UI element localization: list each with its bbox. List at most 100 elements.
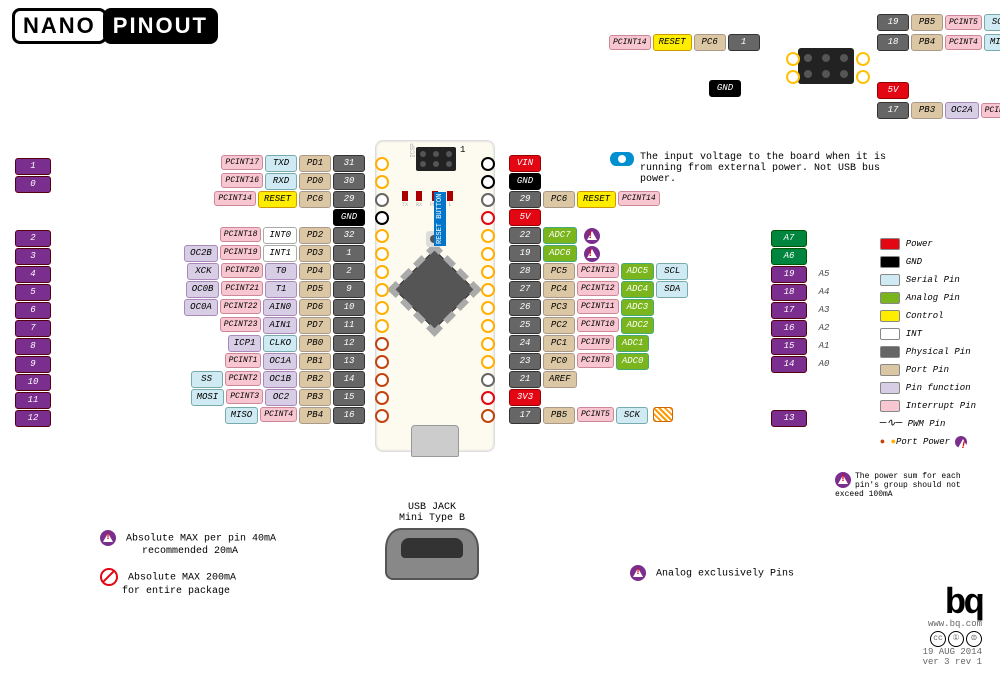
pin-label: PC3 xyxy=(543,299,575,316)
warning-pin-max: Absolute MAX per pin 40mA recommended 20… xyxy=(100,530,276,557)
pin-label: ADC2 xyxy=(621,317,655,334)
stripe-icon xyxy=(653,407,673,422)
pin-label: 1 xyxy=(333,245,365,262)
pin-label: PCINT4 xyxy=(945,35,982,50)
pin-label: RESET xyxy=(577,191,616,208)
pin-label: ADC3 xyxy=(621,299,655,316)
pin-label: PCINT21 xyxy=(221,281,263,296)
pin-hole xyxy=(375,211,389,225)
pin-label: T0 xyxy=(265,263,297,280)
arduino-pin-number: A6 xyxy=(770,245,808,262)
pin-label: PC6 xyxy=(694,34,726,51)
vin-note: The input voltage to the board when it i… xyxy=(610,152,910,185)
pin-label: PB4 xyxy=(299,407,331,424)
pin-label: PCINT5 xyxy=(945,15,982,30)
pin-hole xyxy=(481,229,495,243)
legend-item: Analog Pin xyxy=(880,289,976,307)
pin-label: PC0 xyxy=(543,353,575,370)
pin-label: PD0 xyxy=(299,173,331,190)
digital-pin-number: 9 xyxy=(14,353,52,370)
pin-label: PC4 xyxy=(543,281,575,298)
pin-row-left: 31PD1TXDPCINT17 xyxy=(56,155,366,172)
pin-label: MISO xyxy=(225,407,259,424)
pin-row-right: 19ADC6 xyxy=(508,245,604,262)
arduino-pin-number: A7 xyxy=(770,227,808,244)
pin-hole xyxy=(375,157,389,171)
title-nano: NANO xyxy=(12,8,107,44)
pin-label: MOSI xyxy=(191,389,225,406)
arduino-pin-number: 17A3 xyxy=(770,299,840,316)
pin-label: 14 xyxy=(333,371,365,388)
pin-row-right: 17PB5PCINT5SCK xyxy=(508,407,673,424)
pin-hole xyxy=(375,373,389,387)
pin-label: PCINT17 xyxy=(221,155,263,170)
vin-note-text: The input voltage to the board when it i… xyxy=(640,152,900,185)
pin-label: INT0 xyxy=(263,227,297,244)
pin-label: ICP1 xyxy=(228,335,262,352)
arduino-pin-number: 16A2 xyxy=(770,317,840,334)
pin-label: PCINT23 xyxy=(220,317,262,332)
reset-button-label: RESET BUTTON xyxy=(434,192,446,246)
pin-hole xyxy=(481,265,495,279)
digital-pin-number: 10 xyxy=(14,371,52,388)
usb-jack-illustration: USB JACK Mini Type B xyxy=(385,502,479,580)
pin-label: 5V xyxy=(509,209,541,226)
pin-hole xyxy=(375,391,389,405)
digital-pin-number: 5 xyxy=(14,281,52,298)
pin-hole xyxy=(481,319,495,333)
pin-hole xyxy=(481,157,495,171)
pin-label: SCL xyxy=(656,263,688,280)
nano-board: 1 ICSP TXRXPWRL RESET BUTTON xyxy=(375,140,495,452)
pin-label: AIN1 xyxy=(263,317,297,334)
pin-label: VIN xyxy=(509,155,541,172)
pin-row-left: 16PB4PCINT4MISO xyxy=(56,407,366,424)
pin-hole xyxy=(481,391,495,405)
pin-row-left: 11PD7AIN1PCINT23 xyxy=(56,317,366,334)
pin-row-right: 27PC4PCINT12ADC4SDA xyxy=(508,281,689,298)
pin-label: ADC7 xyxy=(543,227,577,244)
pin-label: PCINT9 xyxy=(577,335,614,350)
pin-label: OC1A xyxy=(263,353,297,370)
pin-label: PCINT13 xyxy=(577,263,619,278)
pin-hole xyxy=(481,301,495,315)
pin-label: INT1 xyxy=(263,245,297,262)
icsp-silk: ICSP xyxy=(410,143,417,157)
pin-label: PCINT3 xyxy=(226,389,263,404)
pin-label: OC1B xyxy=(263,371,297,388)
pin-label: CLKO xyxy=(263,335,297,352)
pin-row-right: 3V3 xyxy=(508,389,542,406)
bq-logo: bq xyxy=(923,589,982,619)
pin-hole xyxy=(481,373,495,387)
digital-pin-number: 1 xyxy=(14,155,52,172)
digital-pin-number: 0 xyxy=(14,173,52,190)
pin-label: PCINT11 xyxy=(577,299,619,314)
warning-icon xyxy=(100,530,116,546)
pin-hole xyxy=(375,337,389,351)
warning-icon xyxy=(584,228,600,244)
pin-label: 11 xyxy=(333,317,365,334)
pin-label: RXD xyxy=(265,173,297,190)
pin-label: 18 xyxy=(877,34,909,51)
pin-label: PB1 xyxy=(299,353,331,370)
icsp-pin-labels: 18PB4PCINT4MISO xyxy=(876,34,1000,51)
pin-label: MISO xyxy=(984,34,1000,51)
digital-pin-number: 2 xyxy=(14,227,52,244)
pin-label: SS xyxy=(191,371,223,388)
footer-date: 19 AUG 2014 xyxy=(923,647,982,657)
pin-label: PCINT4 xyxy=(260,407,297,422)
digital-pin-number: 7 xyxy=(14,317,52,334)
arduino-pin-number: 15A1 xyxy=(770,335,840,352)
pin-label: PC2 xyxy=(543,317,575,334)
pin-label: PB5 xyxy=(911,14,943,31)
pin-hole xyxy=(481,409,495,423)
pin-label: GND xyxy=(709,80,741,97)
pin-row-right: 5V xyxy=(508,209,542,226)
pin-hole xyxy=(481,337,495,351)
digital-pin-number: 12 xyxy=(14,407,52,424)
pin-label: PCINT16 xyxy=(221,173,263,188)
digital-pin-number: 4 xyxy=(14,263,52,280)
pin-hole xyxy=(481,247,495,261)
pin-label: PCINT14 xyxy=(609,35,651,50)
pin-label: 29 xyxy=(509,191,541,208)
pin-label: XCK xyxy=(187,263,219,280)
